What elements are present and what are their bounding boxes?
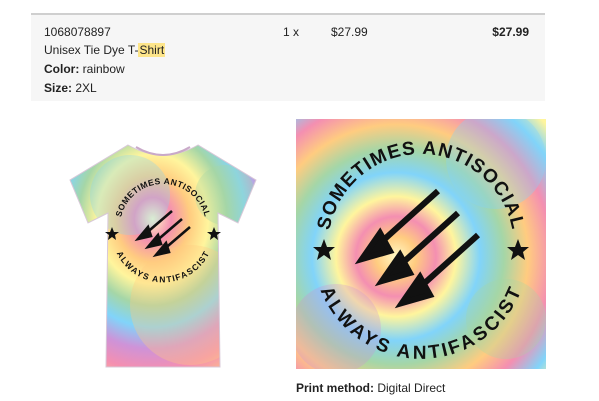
line-total: $27.99 [492,25,529,39]
design-illustration: SOMETIMES ANTISOCIAL ALWAYS ANTIFASCIST [291,109,546,374]
product-name[interactable]: Unisex Tie Dye T-Shirt [44,43,166,57]
print-method-value: Digital Direct [377,381,446,395]
print-method-label: Print method: [296,381,374,395]
quantity: 1 x [283,25,300,39]
product-sku: 1068078897 [44,25,111,39]
search-highlight: Shirt [138,43,166,57]
color-label: Color: [44,62,80,76]
print-method: Print method: Digital Direct [296,381,445,395]
product-size: Size: 2XL [44,81,97,95]
product-color: Color: rainbow [44,62,125,76]
tshirt-illustration: SOMETIMES ANTISOCIAL ALWAYS ANTIFASCIST [69,144,257,368]
design-preview-image[interactable]: SOMETIMES ANTISOCIAL ALWAYS ANTIFASCIST [291,109,546,374]
size-label: Size: [44,81,73,95]
product-name-prefix: Unisex Tie Dye T- [44,43,139,57]
tshirt-product-image[interactable]: SOMETIMES ANTISOCIAL ALWAYS ANTIFASCIST [60,135,266,375]
color-value: rainbow [82,62,125,76]
unit-price: $27.99 [331,25,368,39]
size-value: 2XL [75,81,97,95]
order-line-item: 1068078897 Unisex Tie Dye T-Shirt Color:… [31,13,545,101]
